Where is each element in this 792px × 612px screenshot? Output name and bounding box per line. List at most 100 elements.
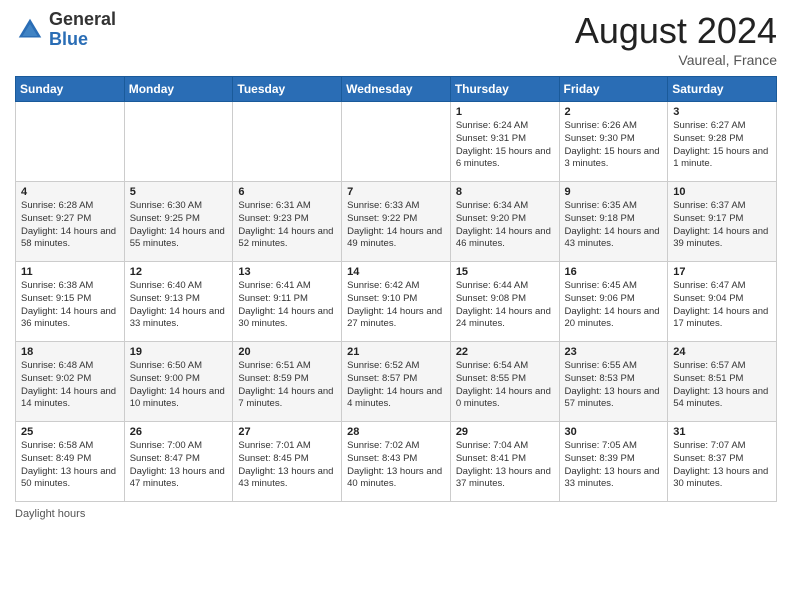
- day-number: 15: [456, 266, 554, 278]
- day-number: 21: [347, 346, 445, 358]
- day-number: 4: [21, 186, 119, 198]
- calendar-cell: 6 Sunrise: 6:31 AM Sunset: 9:23 PM Daylig…: [233, 182, 342, 262]
- calendar-cell: 14 Sunrise: 6:42 AM Sunset: 9:10 PM Dayli…: [342, 262, 451, 342]
- calendar-cell: 1 Sunrise: 6:24 AM Sunset: 9:31 PM Daylig…: [450, 102, 559, 182]
- day-number: 12: [130, 266, 228, 278]
- day-info: Sunrise: 6:51 AM Sunset: 8:59 PM Dayligh…: [238, 360, 336, 411]
- calendar-cell: 15 Sunrise: 6:44 AM Sunset: 9:08 PM Dayli…: [450, 262, 559, 342]
- day-info: Sunrise: 6:30 AM Sunset: 9:25 PM Dayligh…: [130, 200, 228, 251]
- column-header-thursday: Thursday: [450, 77, 559, 102]
- day-info: Sunrise: 6:54 AM Sunset: 8:55 PM Dayligh…: [456, 360, 554, 411]
- day-info: Sunrise: 6:40 AM Sunset: 9:13 PM Dayligh…: [130, 280, 228, 331]
- day-info: Sunrise: 6:28 AM Sunset: 9:27 PM Dayligh…: [21, 200, 119, 251]
- calendar-cell: 12 Sunrise: 6:40 AM Sunset: 9:13 PM Dayli…: [124, 262, 233, 342]
- location-subtitle: Vaureal, France: [575, 52, 777, 68]
- day-number: 9: [565, 186, 663, 198]
- day-info: Sunrise: 6:27 AM Sunset: 9:28 PM Dayligh…: [673, 120, 771, 171]
- day-info: Sunrise: 6:34 AM Sunset: 9:20 PM Dayligh…: [456, 200, 554, 251]
- calendar-cell: 7 Sunrise: 6:33 AM Sunset: 9:22 PM Daylig…: [342, 182, 451, 262]
- day-info: Sunrise: 6:47 AM Sunset: 9:04 PM Dayligh…: [673, 280, 771, 331]
- footer-note: Daylight hours: [15, 508, 777, 520]
- day-number: 13: [238, 266, 336, 278]
- day-info: Sunrise: 6:24 AM Sunset: 9:31 PM Dayligh…: [456, 120, 554, 171]
- calendar-cell: 23 Sunrise: 6:55 AM Sunset: 8:53 PM Dayli…: [559, 342, 668, 422]
- day-number: 5: [130, 186, 228, 198]
- calendar-cell: 11 Sunrise: 6:38 AM Sunset: 9:15 PM Dayli…: [16, 262, 125, 342]
- day-number: 7: [347, 186, 445, 198]
- page-header: General Blue August 2024 Vaureal, France: [15, 10, 777, 68]
- day-number: 1: [456, 106, 554, 118]
- column-header-sunday: Sunday: [16, 77, 125, 102]
- day-info: Sunrise: 6:33 AM Sunset: 9:22 PM Dayligh…: [347, 200, 445, 251]
- day-number: 19: [130, 346, 228, 358]
- day-number: 2: [565, 106, 663, 118]
- day-number: 20: [238, 346, 336, 358]
- day-info: Sunrise: 6:44 AM Sunset: 9:08 PM Dayligh…: [456, 280, 554, 331]
- calendar-cell: 29 Sunrise: 7:04 AM Sunset: 8:41 PM Dayli…: [450, 422, 559, 502]
- day-info: Sunrise: 7:04 AM Sunset: 8:41 PM Dayligh…: [456, 440, 554, 491]
- calendar-cell: 28Sunrise: 7:02 AM Sunset: 8:43 PM Dayli…: [342, 422, 451, 502]
- logo: General Blue: [15, 10, 116, 50]
- calendar-cell: 10Sunrise: 6:37 AM Sunset: 9:17 PM Dayli…: [668, 182, 777, 262]
- day-info: Sunrise: 6:38 AM Sunset: 9:15 PM Dayligh…: [21, 280, 119, 331]
- calendar-cell: 13Sunrise: 6:41 AM Sunset: 9:11 PM Dayli…: [233, 262, 342, 342]
- calendar-cell: 21Sunrise: 6:52 AM Sunset: 8:57 PM Dayli…: [342, 342, 451, 422]
- day-number: 14: [347, 266, 445, 278]
- column-header-saturday: Saturday: [668, 77, 777, 102]
- calendar-cell: 20 Sunrise: 6:51 AM Sunset: 8:59 PM Dayli…: [233, 342, 342, 422]
- calendar-cell: 9Sunrise: 6:35 AM Sunset: 9:18 PM Daylig…: [559, 182, 668, 262]
- day-info: Sunrise: 6:31 AM Sunset: 9:23 PM Dayligh…: [238, 200, 336, 251]
- day-number: 16: [565, 266, 663, 278]
- day-info: Sunrise: 6:42 AM Sunset: 9:10 PM Dayligh…: [347, 280, 445, 331]
- month-year-title: August 2024: [575, 10, 777, 52]
- column-header-monday: Monday: [124, 77, 233, 102]
- calendar-cell: 30 Sunrise: 7:05 AM Sunset: 8:39 PM Dayli…: [559, 422, 668, 502]
- day-number: 22: [456, 346, 554, 358]
- day-number: 11: [21, 266, 119, 278]
- day-info: Sunrise: 6:58 AM Sunset: 8:49 PM Dayligh…: [21, 440, 119, 491]
- day-number: 18: [21, 346, 119, 358]
- day-number: 24: [673, 346, 771, 358]
- calendar-cell: 26Sunrise: 7:00 AM Sunset: 8:47 PM Dayli…: [124, 422, 233, 502]
- day-info: Sunrise: 7:01 AM Sunset: 8:45 PM Dayligh…: [238, 440, 336, 491]
- calendar-header-row: SundayMondayTuesdayWednesdayThursdayFrid…: [16, 77, 777, 102]
- column-header-wednesday: Wednesday: [342, 77, 451, 102]
- calendar-cell: 2 Sunrise: 6:26 AM Sunset: 9:30 PM Daylig…: [559, 102, 668, 182]
- calendar-cell: 27 Sunrise: 7:01 AM Sunset: 8:45 PM Dayli…: [233, 422, 342, 502]
- day-info: Sunrise: 6:55 AM Sunset: 8:53 PM Dayligh…: [565, 360, 663, 411]
- logo-blue: Blue: [49, 29, 88, 49]
- column-header-tuesday: Tuesday: [233, 77, 342, 102]
- calendar-cell: 31Sunrise: 7:07 AM Sunset: 8:37 PM Dayli…: [668, 422, 777, 502]
- title-block: August 2024 Vaureal, France: [575, 10, 777, 68]
- calendar-cell: 18Sunrise: 6:48 AM Sunset: 9:02 PM Dayli…: [16, 342, 125, 422]
- calendar-week-row: 18Sunrise: 6:48 AM Sunset: 9:02 PM Dayli…: [16, 342, 777, 422]
- calendar-cell: 24 Sunrise: 6:57 AM Sunset: 8:51 PM Dayli…: [668, 342, 777, 422]
- calendar-week-row: 1 Sunrise: 6:24 AM Sunset: 9:31 PM Daylig…: [16, 102, 777, 182]
- calendar-cell: 25Sunrise: 6:58 AM Sunset: 8:49 PM Dayli…: [16, 422, 125, 502]
- day-info: Sunrise: 7:05 AM Sunset: 8:39 PM Dayligh…: [565, 440, 663, 491]
- calendar-cell: 8Sunrise: 6:34 AM Sunset: 9:20 PM Daylig…: [450, 182, 559, 262]
- calendar-cell: 4 Sunrise: 6:28 AM Sunset: 9:27 PM Daylig…: [16, 182, 125, 262]
- day-number: 29: [456, 426, 554, 438]
- calendar-cell: [342, 102, 451, 182]
- calendar-cell: 5 Sunrise: 6:30 AM Sunset: 9:25 PM Daylig…: [124, 182, 233, 262]
- day-number: 6: [238, 186, 336, 198]
- column-header-friday: Friday: [559, 77, 668, 102]
- day-number: 3: [673, 106, 771, 118]
- calendar-cell: 17 Sunrise: 6:47 AM Sunset: 9:04 PM Dayli…: [668, 262, 777, 342]
- day-number: 27: [238, 426, 336, 438]
- day-info: Sunrise: 7:02 AM Sunset: 8:43 PM Dayligh…: [347, 440, 445, 491]
- logo-icon: [15, 15, 45, 45]
- calendar-table: SundayMondayTuesdayWednesdayThursdayFrid…: [15, 76, 777, 502]
- day-info: Sunrise: 7:07 AM Sunset: 8:37 PM Dayligh…: [673, 440, 771, 491]
- calendar-cell: 22 Sunrise: 6:54 AM Sunset: 8:55 PM Dayli…: [450, 342, 559, 422]
- day-number: 17: [673, 266, 771, 278]
- day-info: Sunrise: 6:26 AM Sunset: 9:30 PM Dayligh…: [565, 120, 663, 171]
- day-info: Sunrise: 6:45 AM Sunset: 9:06 PM Dayligh…: [565, 280, 663, 331]
- day-info: Sunrise: 7:00 AM Sunset: 8:47 PM Dayligh…: [130, 440, 228, 491]
- calendar-week-row: 11 Sunrise: 6:38 AM Sunset: 9:15 PM Dayli…: [16, 262, 777, 342]
- day-number: 23: [565, 346, 663, 358]
- day-number: 30: [565, 426, 663, 438]
- day-info: Sunrise: 6:50 AM Sunset: 9:00 PM Dayligh…: [130, 360, 228, 411]
- day-info: Sunrise: 6:57 AM Sunset: 8:51 PM Dayligh…: [673, 360, 771, 411]
